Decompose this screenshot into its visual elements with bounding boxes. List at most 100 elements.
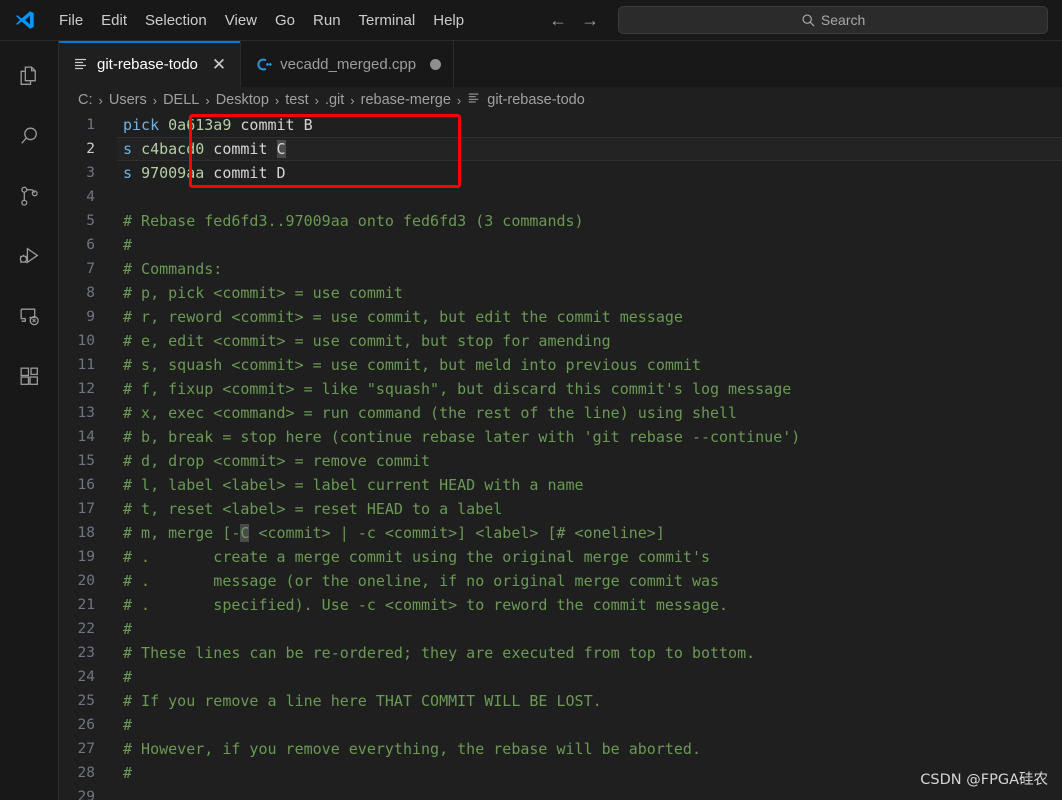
line-content[interactable]: # t, reset <label> = reset HEAD to a lab… (117, 497, 1062, 521)
unsaved-indicator-icon[interactable] (430, 58, 442, 70)
tab-git-rebase-todo[interactable]: git-rebase-todo ✕ (59, 41, 242, 87)
sidebar-item-extensions[interactable] (0, 349, 58, 409)
line-content[interactable]: # Commands: (117, 257, 1062, 281)
line-number: 19 (77, 549, 95, 565)
line-content[interactable]: # f, fixup <commit> = like "squash", but… (117, 377, 1062, 401)
menu-terminal[interactable]: Terminal (350, 8, 425, 33)
code-line[interactable]: 14 # b, break = stop here (continue rebas… (59, 425, 1062, 449)
close-icon[interactable]: ✕ (210, 56, 228, 73)
menu-edit[interactable]: Edit (92, 8, 136, 33)
code-line[interactable]: 19 # . create a merge commit using the or… (59, 545, 1062, 569)
code-line[interactable]: 22 # (59, 617, 1062, 641)
menu-go[interactable]: Go (266, 8, 304, 33)
line-content[interactable]: # x, exec <command> = run command (the r… (117, 401, 1062, 425)
search-icon (801, 13, 816, 28)
code-token: commit D (204, 164, 286, 182)
code-line[interactable]: 3 s 97009aa commit D (59, 161, 1062, 185)
code-token: # t, reset <label> = reset HEAD to a lab… (123, 500, 503, 518)
line-content[interactable]: # If you remove a line here THAT COMMIT … (117, 689, 1062, 713)
code-line[interactable]: 15 # d, drop <commit> = remove commit (59, 449, 1062, 473)
breadcrumb-item-git[interactable]: .git (324, 92, 345, 108)
menu-selection[interactable]: Selection (136, 8, 216, 33)
code-token: c4bacd0 (141, 140, 205, 158)
code-line[interactable]: 16 # l, label <label> = label current HEA… (59, 473, 1062, 497)
line-content[interactable]: # b, break = stop here (continue rebase … (117, 425, 1062, 449)
breadcrumb-item-rebase-merge[interactable]: rebase-merge (360, 92, 452, 108)
line-content[interactable]: pick 0a613a9 commit B (117, 113, 1062, 137)
code-line[interactable]: 28 # (59, 761, 1062, 785)
line-content[interactable]: # (117, 617, 1062, 641)
line-number: 9 (86, 309, 95, 325)
code-line[interactable]: 11 # s, squash <commit> = use commit, but… (59, 353, 1062, 377)
line-content[interactable] (117, 185, 1062, 209)
line-number: 20 (77, 573, 95, 589)
breadcrumb-item-dell[interactable]: DELL (162, 92, 200, 108)
code-line[interactable]: 25 # If you remove a line here THAT COMMI… (59, 689, 1062, 713)
search-input[interactable]: Search (618, 6, 1049, 34)
code-line[interactable]: 9 # r, reword <commit> = use commit, but … (59, 305, 1062, 329)
sidebar-item-run-and-debug[interactable] (0, 229, 58, 289)
code-line[interactable]: 8 # p, pick <commit> = use commit (59, 281, 1062, 305)
code-line[interactable]: 6 # (59, 233, 1062, 257)
line-content[interactable]: # r, reword <commit> = use commit, but e… (117, 305, 1062, 329)
line-number: 27 (77, 741, 95, 757)
code-line[interactable]: 24 # (59, 665, 1062, 689)
breadcrumb-item-desktop[interactable]: Desktop (215, 92, 270, 108)
code-line[interactable]: 2 s c4bacd0 commit C (59, 137, 1062, 161)
breadcrumb-item-file[interactable]: git-rebase-todo (466, 91, 586, 109)
code-line[interactable]: 20 # . message (or the oneline, if no ori… (59, 569, 1062, 593)
line-content[interactable]: # Rebase fed6fd3..97009aa onto fed6fd3 (… (117, 209, 1062, 233)
code-line[interactable]: 7 # Commands: (59, 257, 1062, 281)
code-line[interactable]: 27 # However, if you remove everything, t… (59, 737, 1062, 761)
line-content[interactable]: # e, edit <commit> = use commit, but sto… (117, 329, 1062, 353)
line-content[interactable]: # (117, 233, 1062, 257)
chevron-right-icon: › (152, 92, 158, 108)
line-content[interactable]: # . message (or the oneline, if no origi… (117, 569, 1062, 593)
code-editor[interactable]: 1 pick 0a613a9 commit B 2 s c4bacd0 commit … (59, 113, 1062, 800)
line-content[interactable]: # These lines can be re-ordered; they ar… (117, 641, 1062, 665)
line-content[interactable]: # m, merge [-C <commit> | -c <commit>] <… (117, 521, 1062, 545)
sidebar-item-search[interactable] (0, 109, 58, 169)
code-line[interactable]: 13 # x, exec <command> = run command (the… (59, 401, 1062, 425)
line-number: 11 (77, 357, 95, 373)
tab-vecadd-merged-cpp[interactable]: vecadd_merged.cpp (241, 41, 455, 87)
code-line[interactable]: 21 # . specified). Use -c <commit> to rew… (59, 593, 1062, 617)
code-line[interactable]: 23 # These lines can be re-ordered; they … (59, 641, 1062, 665)
arrow-right-icon[interactable]: → (581, 11, 599, 29)
line-content[interactable]: # (117, 713, 1062, 737)
code-line[interactable]: 12 # f, fixup <commit> = like "squash", b… (59, 377, 1062, 401)
menu-run[interactable]: Run (304, 8, 350, 33)
line-content[interactable]: s 97009aa commit D (117, 161, 1062, 185)
menu-help[interactable]: Help (424, 8, 473, 33)
line-content[interactable]: # l, label <label> = label current HEAD … (117, 473, 1062, 497)
code-line[interactable]: 4 (59, 185, 1062, 209)
menu-view[interactable]: View (216, 8, 266, 33)
breadcrumb-item-users[interactable]: Users (108, 92, 148, 108)
line-content[interactable]: # (117, 665, 1062, 689)
code-line[interactable]: 5 # Rebase fed6fd3..97009aa onto fed6fd3 … (59, 209, 1062, 233)
code-line[interactable]: 26 # (59, 713, 1062, 737)
line-content[interactable]: # p, pick <commit> = use commit (117, 281, 1062, 305)
sidebar-item-explorer[interactable] (0, 49, 58, 109)
sidebar-item-remote-explorer[interactable] (0, 289, 58, 349)
code-line[interactable]: 1 pick 0a613a9 commit B (59, 113, 1062, 137)
line-number: 21 (77, 597, 95, 613)
menu-file[interactable]: File (50, 8, 92, 33)
line-content[interactable]: # However, if you remove everything, the… (117, 737, 1062, 761)
code-line[interactable]: 29 (59, 785, 1062, 800)
line-content[interactable]: # . create a merge commit using the orig… (117, 545, 1062, 569)
line-content[interactable]: # d, drop <commit> = remove commit (117, 449, 1062, 473)
breadcrumb-item-test[interactable]: test (284, 92, 309, 108)
line-number: 24 (77, 669, 95, 685)
line-content[interactable]: # s, squash <commit> = use commit, but m… (117, 353, 1062, 377)
line-content[interactable]: s c4bacd0 commit C (117, 137, 1062, 161)
arrow-left-icon[interactable]: ← (549, 11, 567, 29)
sidebar-item-source-control[interactable] (0, 169, 58, 229)
code-line[interactable]: 18 # m, merge [-C <commit> | -c <commit>]… (59, 521, 1062, 545)
line-content[interactable]: # . specified). Use -c <commit> to rewor… (117, 593, 1062, 617)
line-number: 18 (77, 525, 95, 541)
line-number: 15 (77, 453, 95, 469)
code-line[interactable]: 10 # e, edit <commit> = use commit, but s… (59, 329, 1062, 353)
breadcrumb-item-drive[interactable]: C: (77, 92, 94, 108)
code-line[interactable]: 17 # t, reset <label> = reset HEAD to a l… (59, 497, 1062, 521)
